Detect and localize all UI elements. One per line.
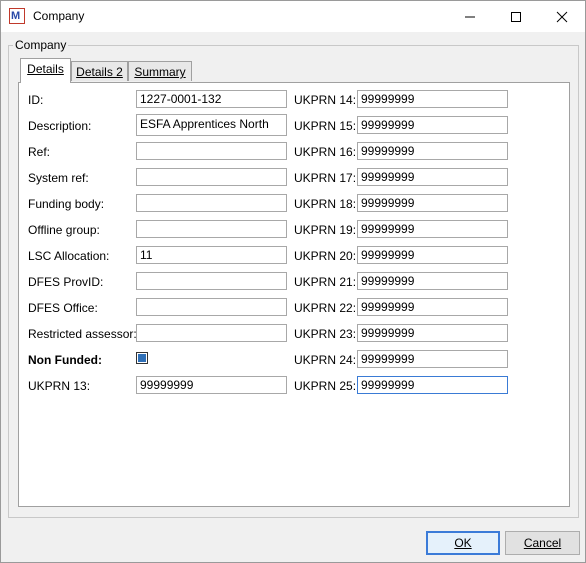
- app-logo-icon: M: [9, 8, 25, 24]
- non-funded-checkbox[interactable]: [136, 352, 148, 364]
- tab-details-2[interactable]: Details 2: [71, 61, 128, 81]
- funding-body-label: Funding body:: [28, 197, 105, 211]
- system-ref-field[interactable]: [136, 168, 287, 186]
- tab-details-label: Details: [27, 62, 64, 76]
- ukprn-19-label: UKPRN 19:: [294, 223, 357, 237]
- restricted-assessor-label: Restricted assessor:: [28, 327, 137, 341]
- ukprn-13-label: UKPRN 13:: [28, 379, 91, 393]
- window-title: Company: [33, 9, 85, 23]
- ref-field[interactable]: [136, 142, 287, 160]
- checkbox-fill: [138, 354, 146, 362]
- ukprn-22-label: UKPRN 22:: [294, 301, 357, 315]
- ukprn-25-field[interactable]: 99999999: [357, 376, 508, 394]
- ukprn-20-field[interactable]: 99999999: [357, 246, 508, 264]
- ukprn-23-label: UKPRN 23:: [294, 327, 357, 341]
- ok-button[interactable]: OK: [426, 531, 500, 555]
- ukprn-21-field[interactable]: 99999999: [357, 272, 508, 290]
- ukprn-15-label: UKPRN 15:: [294, 119, 357, 133]
- non-funded-label: Non Funded:: [28, 353, 102, 367]
- cancel-button-label: Cancel: [523, 536, 562, 550]
- dfes-office-label: DFES Office:: [28, 301, 98, 315]
- close-icon: [556, 11, 568, 23]
- tab-summary-label: Summary: [134, 65, 186, 79]
- ref-label: Ref:: [28, 145, 51, 159]
- description-field[interactable]: ESFA Apprentices North: [136, 114, 287, 136]
- close-button[interactable]: [539, 1, 585, 32]
- ok-button-label: OK: [454, 536, 472, 550]
- ukprn-24-field[interactable]: 99999999: [357, 350, 508, 368]
- lsc-allocation-label: LSC Allocation:: [28, 249, 110, 263]
- ukprn-25-label: UKPRN 25:: [294, 379, 357, 393]
- cancel-button[interactable]: Cancel: [505, 531, 580, 555]
- ukprn-14-label: UKPRN 14:: [294, 93, 357, 107]
- dfes-provid-label: DFES ProvID:: [28, 275, 104, 289]
- ukprn-21-label: UKPRN 21:: [294, 275, 357, 289]
- ukprn-17-label: UKPRN 17:: [294, 171, 357, 185]
- tab-summary[interactable]: Summary: [128, 61, 192, 81]
- offline-group-field[interactable]: [136, 220, 287, 238]
- maximize-icon: [511, 12, 521, 23]
- company-dialog: M Company Company Details Details 2 Summ…: [0, 0, 586, 563]
- ukprn-18-field[interactable]: 99999999: [357, 194, 508, 212]
- id-label: ID:: [28, 93, 44, 107]
- ukprn-16-label: UKPRN 16:: [294, 145, 357, 159]
- description-label: Description:: [28, 119, 92, 133]
- ukprn-13-field[interactable]: 99999999: [136, 376, 287, 394]
- ukprn-14-field[interactable]: 99999999: [357, 90, 508, 108]
- minimize-icon: [465, 16, 475, 18]
- ukprn-23-field[interactable]: 99999999: [357, 324, 508, 342]
- ukprn-20-label: UKPRN 20:: [294, 249, 357, 263]
- system-ref-label: System ref:: [28, 171, 89, 185]
- lsc-allocation-field[interactable]: 11: [136, 246, 287, 264]
- maximize-button[interactable]: [493, 1, 539, 32]
- minimize-button[interactable]: [447, 1, 493, 32]
- ukprn-16-field[interactable]: 99999999: [357, 142, 508, 160]
- restricted-assessor-field[interactable]: [136, 324, 287, 342]
- title-bar[interactable]: M Company: [1, 1, 585, 32]
- dfes-provid-field[interactable]: [136, 272, 287, 290]
- ukprn-24-label: UKPRN 24:: [294, 353, 357, 367]
- tab-details[interactable]: Details: [20, 58, 71, 83]
- app-logo-letter: M: [11, 10, 21, 22]
- dfes-office-field[interactable]: [136, 298, 287, 316]
- ukprn-15-field[interactable]: 99999999: [357, 116, 508, 134]
- ukprn-19-field[interactable]: 99999999: [357, 220, 508, 238]
- ukprn-18-label: UKPRN 18:: [294, 197, 357, 211]
- tab-details-2-label: Details 2: [76, 65, 123, 79]
- offline-group-label: Offline group:: [28, 223, 100, 237]
- group-label: Company: [13, 38, 69, 52]
- funding-body-field[interactable]: [136, 194, 287, 212]
- id-field[interactable]: 1227-0001-132: [136, 90, 287, 108]
- ukprn-22-field[interactable]: 99999999: [357, 298, 508, 316]
- ukprn-17-field[interactable]: 99999999: [357, 168, 508, 186]
